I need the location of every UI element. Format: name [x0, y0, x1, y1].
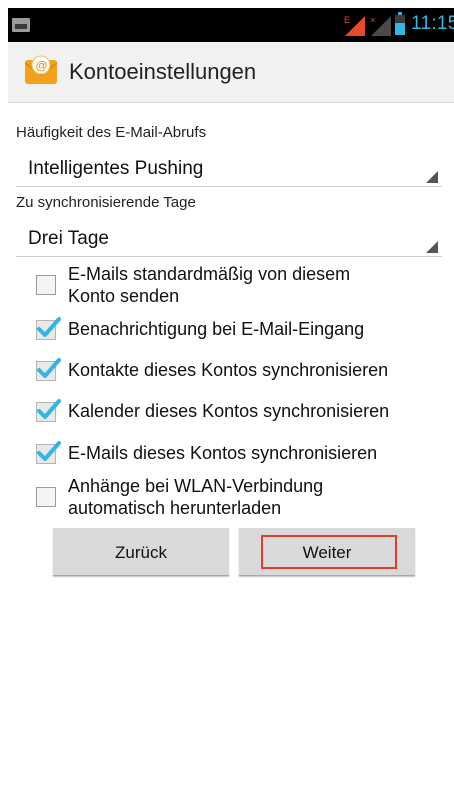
option-label-line2: Konto senden	[68, 286, 180, 306]
option-label: Benachrichtigung bei E-Mail-Eingang	[68, 319, 365, 339]
sync-days-label: Zu synchronisierende Tage	[16, 194, 196, 211]
sync-days-spinner[interactable]: Drei Tage	[16, 220, 442, 257]
option-label-line1: E-Mails standardmäßig von diesem	[68, 264, 351, 284]
action-bar: @ Kontoeinstellungen	[8, 42, 454, 103]
option-label-line1: Anhänge bei WLAN-Verbindung	[68, 476, 324, 496]
app-screen: E × 11:15 @ Kontoeinstellungen Häufigkei…	[8, 8, 454, 804]
dropdown-arrow-icon	[426, 171, 438, 183]
option-download-attachments-wlan[interactable]: Anhänge bei WLAN-Verbindung automatisch …	[36, 475, 446, 521]
option-notify-new-mail[interactable]: Benachrichtigung bei E-Mail-Eingang	[36, 316, 446, 342]
svg-text:@: @	[36, 59, 48, 73]
back-button[interactable]: Zurück	[53, 528, 229, 576]
status-clock: 11:15	[411, 13, 454, 34]
checkbox-unchecked-icon[interactable]	[36, 275, 56, 295]
checkbox-checked-icon[interactable]	[36, 399, 61, 422]
sync-days-value: Drei Tage	[28, 228, 109, 249]
svg-text:×: ×	[370, 15, 375, 25]
option-send-default[interactable]: E-Mails standardmäßig von diesem Konto s…	[36, 263, 446, 309]
signal-no-data-icon: ×	[370, 15, 391, 36]
option-sync-calendar[interactable]: Kalender dieses Kontos synchronisieren	[36, 398, 446, 424]
option-label: E-Mails dieses Kontos synchronisieren	[68, 443, 378, 463]
signal-e-icon: E	[344, 15, 365, 36]
option-label-line2: automatisch herunterladen	[68, 498, 282, 518]
option-label: Kontakte dieses Kontos synchronisieren	[68, 360, 389, 380]
page-title: Kontoeinstellungen	[69, 59, 257, 84]
battery-icon	[395, 12, 405, 35]
status-bar: E × 11:15	[8, 8, 454, 42]
next-button[interactable]: Weiter	[239, 528, 415, 576]
fetch-frequency-value: Intelligentes Pushing	[28, 158, 204, 179]
email-app-icon: @	[25, 55, 57, 84]
checkbox-checked-icon[interactable]	[36, 317, 61, 340]
network-type-label: E	[344, 15, 350, 25]
checkbox-unchecked-icon[interactable]	[36, 487, 56, 507]
option-sync-email[interactable]: E-Mails dieses Kontos synchronisieren	[36, 440, 446, 466]
checkbox-checked-icon[interactable]	[36, 358, 61, 381]
option-sync-contacts[interactable]: Kontakte dieses Kontos synchronisieren	[36, 357, 446, 383]
fetch-frequency-spinner[interactable]: Intelligentes Pushing	[16, 150, 442, 187]
dropdown-arrow-icon	[426, 241, 438, 253]
image-notification-icon	[12, 18, 30, 32]
option-label: Kalender dieses Kontos synchronisieren	[68, 401, 390, 421]
checkbox-checked-icon[interactable]	[36, 441, 61, 464]
fetch-frequency-label: Häufigkeit des E-Mail-Abrufs	[16, 124, 207, 141]
